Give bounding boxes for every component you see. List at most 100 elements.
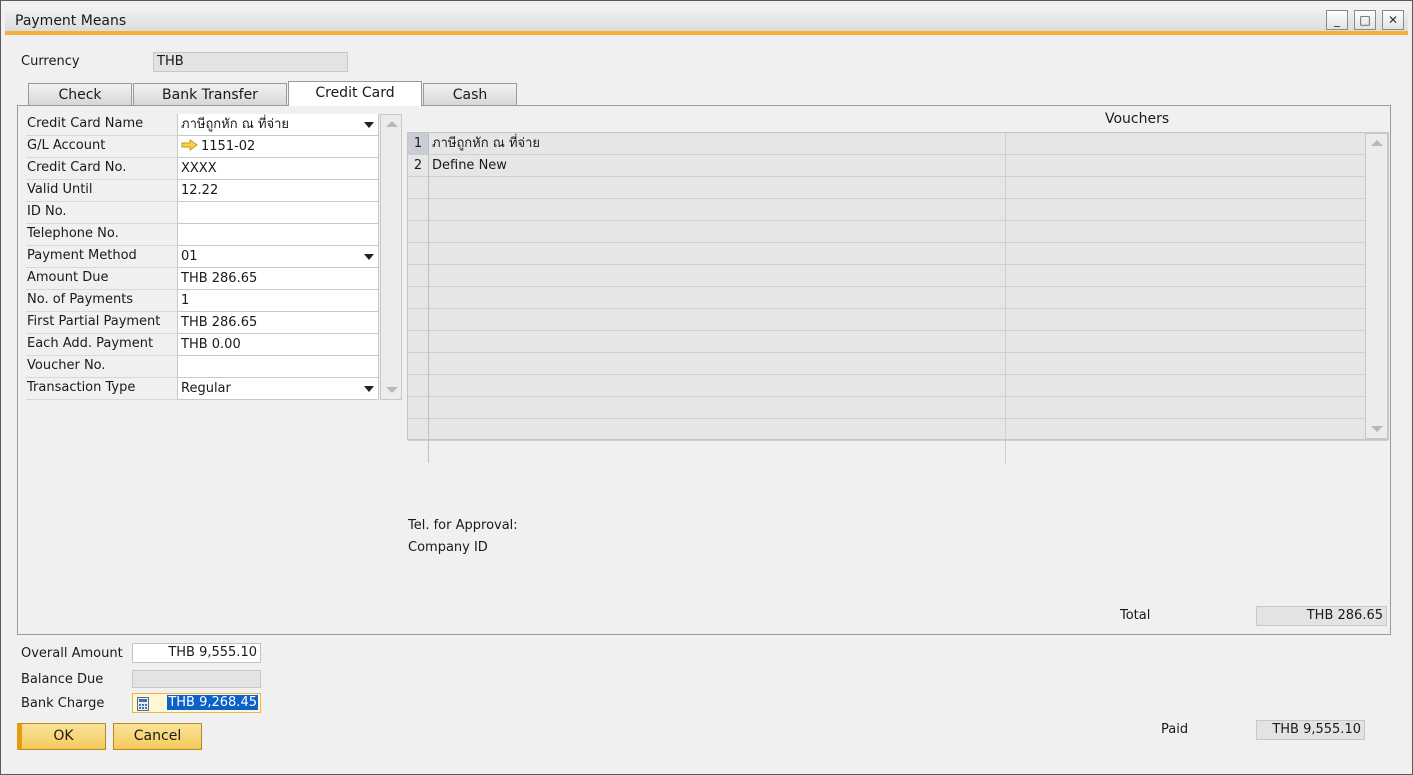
scroll-down-icon[interactable] xyxy=(386,387,398,393)
transaction-type-value: Regular xyxy=(181,381,231,396)
total-field: THB 286.65 xyxy=(1256,606,1387,626)
chevron-down-icon xyxy=(364,254,374,260)
transaction-type-select[interactable]: Regular xyxy=(177,378,379,400)
credit-card-form: Credit Card Name ภาษีถูกหัก ณ ที่จ่าย G/… xyxy=(26,114,411,400)
id-no-field[interactable] xyxy=(177,202,379,224)
close-button[interactable]: ✕ xyxy=(1382,10,1404,30)
empty-cell xyxy=(432,243,1006,265)
currency-label: Currency xyxy=(21,54,80,69)
each-add-payment-field[interactable]: THB 0.00 xyxy=(177,334,379,356)
row-number xyxy=(408,331,429,353)
row-number xyxy=(408,287,429,309)
empty-cell xyxy=(432,397,1006,419)
scroll-up-icon[interactable] xyxy=(386,121,398,127)
credit-card-no-field[interactable]: XXXX xyxy=(177,158,379,180)
form-row-first-partial-payment: First Partial Payment THB 286.65 xyxy=(26,312,411,334)
empty-row xyxy=(408,397,1388,419)
link-arrow-icon[interactable] xyxy=(181,139,199,151)
form-row-payment-method: Payment Method 01 xyxy=(26,246,411,268)
no-of-payments-field[interactable]: 1 xyxy=(177,290,379,312)
first-partial-payment-field[interactable]: THB 286.65 xyxy=(177,312,379,334)
empty-cell xyxy=(432,353,1006,375)
empty-row xyxy=(408,441,1388,463)
tab-credit-card[interactable]: Credit Card xyxy=(288,81,422,106)
tab-bank-transfer[interactable]: Bank Transfer xyxy=(133,83,287,106)
empty-row xyxy=(408,331,1388,353)
empty-cell xyxy=(432,375,1006,397)
credit-card-name-value: ภาษีถูกหัก ณ ที่จ่าย xyxy=(181,117,290,132)
row-number xyxy=(408,397,429,419)
bank-charge-field[interactable]: THB 9,268.45 xyxy=(132,693,261,713)
empty-cell xyxy=(432,419,1006,441)
calculator-icon[interactable] xyxy=(137,697,149,711)
empty-row xyxy=(408,199,1388,221)
paid-field: THB 9,555.10 xyxy=(1256,720,1365,740)
chevron-down-icon xyxy=(364,386,374,392)
row-number xyxy=(408,441,429,463)
scroll-up-icon[interactable] xyxy=(1371,140,1383,146)
minimize-button[interactable]: _ xyxy=(1326,10,1348,30)
ok-button[interactable]: OK xyxy=(17,723,106,750)
balance-due-label: Balance Due xyxy=(21,672,104,687)
total-label: Total xyxy=(1120,608,1151,623)
vouchers-title: Vouchers xyxy=(1105,111,1170,127)
amount-due-label: Amount Due xyxy=(26,268,177,290)
voucher-row[interactable]: 2 Define New xyxy=(408,155,1388,177)
voucher-name[interactable]: ภาษีถูกหัก ณ ที่จ่าย xyxy=(432,133,1006,155)
bank-charge-label: Bank Charge xyxy=(21,696,105,711)
overall-amount-field[interactable]: THB 9,555.10 xyxy=(132,643,261,663)
payment-method-select[interactable]: 01 xyxy=(177,246,379,268)
paid-label: Paid xyxy=(1161,722,1189,737)
form-row-no-of-payments: No. of Payments 1 xyxy=(26,290,411,312)
telephone-no-field[interactable] xyxy=(177,224,379,246)
company-id-label: Company ID xyxy=(408,540,488,555)
credit-card-name-select[interactable]: ภาษีถูกหัก ณ ที่จ่าย xyxy=(177,114,379,136)
form-row-valid-until: Valid Until 12.22 xyxy=(26,180,411,202)
row-number xyxy=(408,419,429,441)
transaction-type-label: Transaction Type xyxy=(26,378,177,400)
empty-row xyxy=(408,243,1388,265)
empty-row xyxy=(408,177,1388,199)
credit-card-name-label: Credit Card Name xyxy=(26,114,177,136)
tab-bank-transfer-label: Bank Transfer xyxy=(162,87,258,103)
voucher-no-label: Voucher No. xyxy=(26,356,177,378)
title-bar: Payment Means _ □ ✕ xyxy=(5,5,1408,35)
row-number xyxy=(408,243,429,265)
balance-due-field xyxy=(132,670,261,688)
voucher-no-field[interactable] xyxy=(177,356,379,378)
row-number xyxy=(408,353,429,375)
empty-cell xyxy=(432,199,1006,221)
row-number xyxy=(408,265,429,287)
bank-charge-value: THB 9,268.45 xyxy=(167,695,258,710)
vouchers-grid: 1 ภาษีถูกหัก ณ ที่จ่าย 2 Define New xyxy=(407,132,1389,463)
voucher-cell xyxy=(1006,133,1364,155)
amount-due-field[interactable]: THB 286.65 xyxy=(177,268,379,290)
empty-cell xyxy=(432,441,1006,463)
vouchers-scrollbar[interactable] xyxy=(1365,133,1388,439)
tab-cash[interactable]: Cash xyxy=(423,83,517,106)
gl-account-label: G/L Account xyxy=(26,136,177,158)
voucher-name[interactable]: Define New xyxy=(432,155,1006,177)
row-number[interactable]: 1 xyxy=(408,133,429,155)
valid-until-field[interactable]: 12.22 xyxy=(177,180,379,202)
chevron-down-icon xyxy=(364,122,374,128)
row-number xyxy=(408,309,429,331)
row-number xyxy=(408,375,429,397)
first-partial-payment-label: First Partial Payment xyxy=(26,312,177,334)
cancel-button[interactable]: Cancel xyxy=(113,723,202,750)
form-row-credit-card-name: Credit Card Name ภาษีถูกหัก ณ ที่จ่าย xyxy=(26,114,411,136)
row-number[interactable]: 2 xyxy=(408,155,429,177)
form-row-amount-due: Amount Due THB 286.65 xyxy=(26,268,411,290)
voucher-row[interactable]: 1 ภาษีถูกหัก ณ ที่จ่าย xyxy=(408,133,1388,155)
payment-means-window: Payment Means _ □ ✕ Currency THB Check B… xyxy=(0,0,1413,775)
maximize-button[interactable]: □ xyxy=(1354,10,1376,30)
gl-account-field[interactable]: 1151-02 xyxy=(177,136,379,158)
scroll-down-icon[interactable] xyxy=(1371,426,1383,432)
window-title: Payment Means xyxy=(15,13,127,29)
form-row-id-no: ID No. xyxy=(26,202,411,224)
form-scrollbar[interactable] xyxy=(380,114,402,400)
tab-check-label: Check xyxy=(58,87,102,103)
tab-check[interactable]: Check xyxy=(28,83,132,106)
empty-cell xyxy=(432,331,1006,353)
currency-field: THB xyxy=(153,52,348,72)
